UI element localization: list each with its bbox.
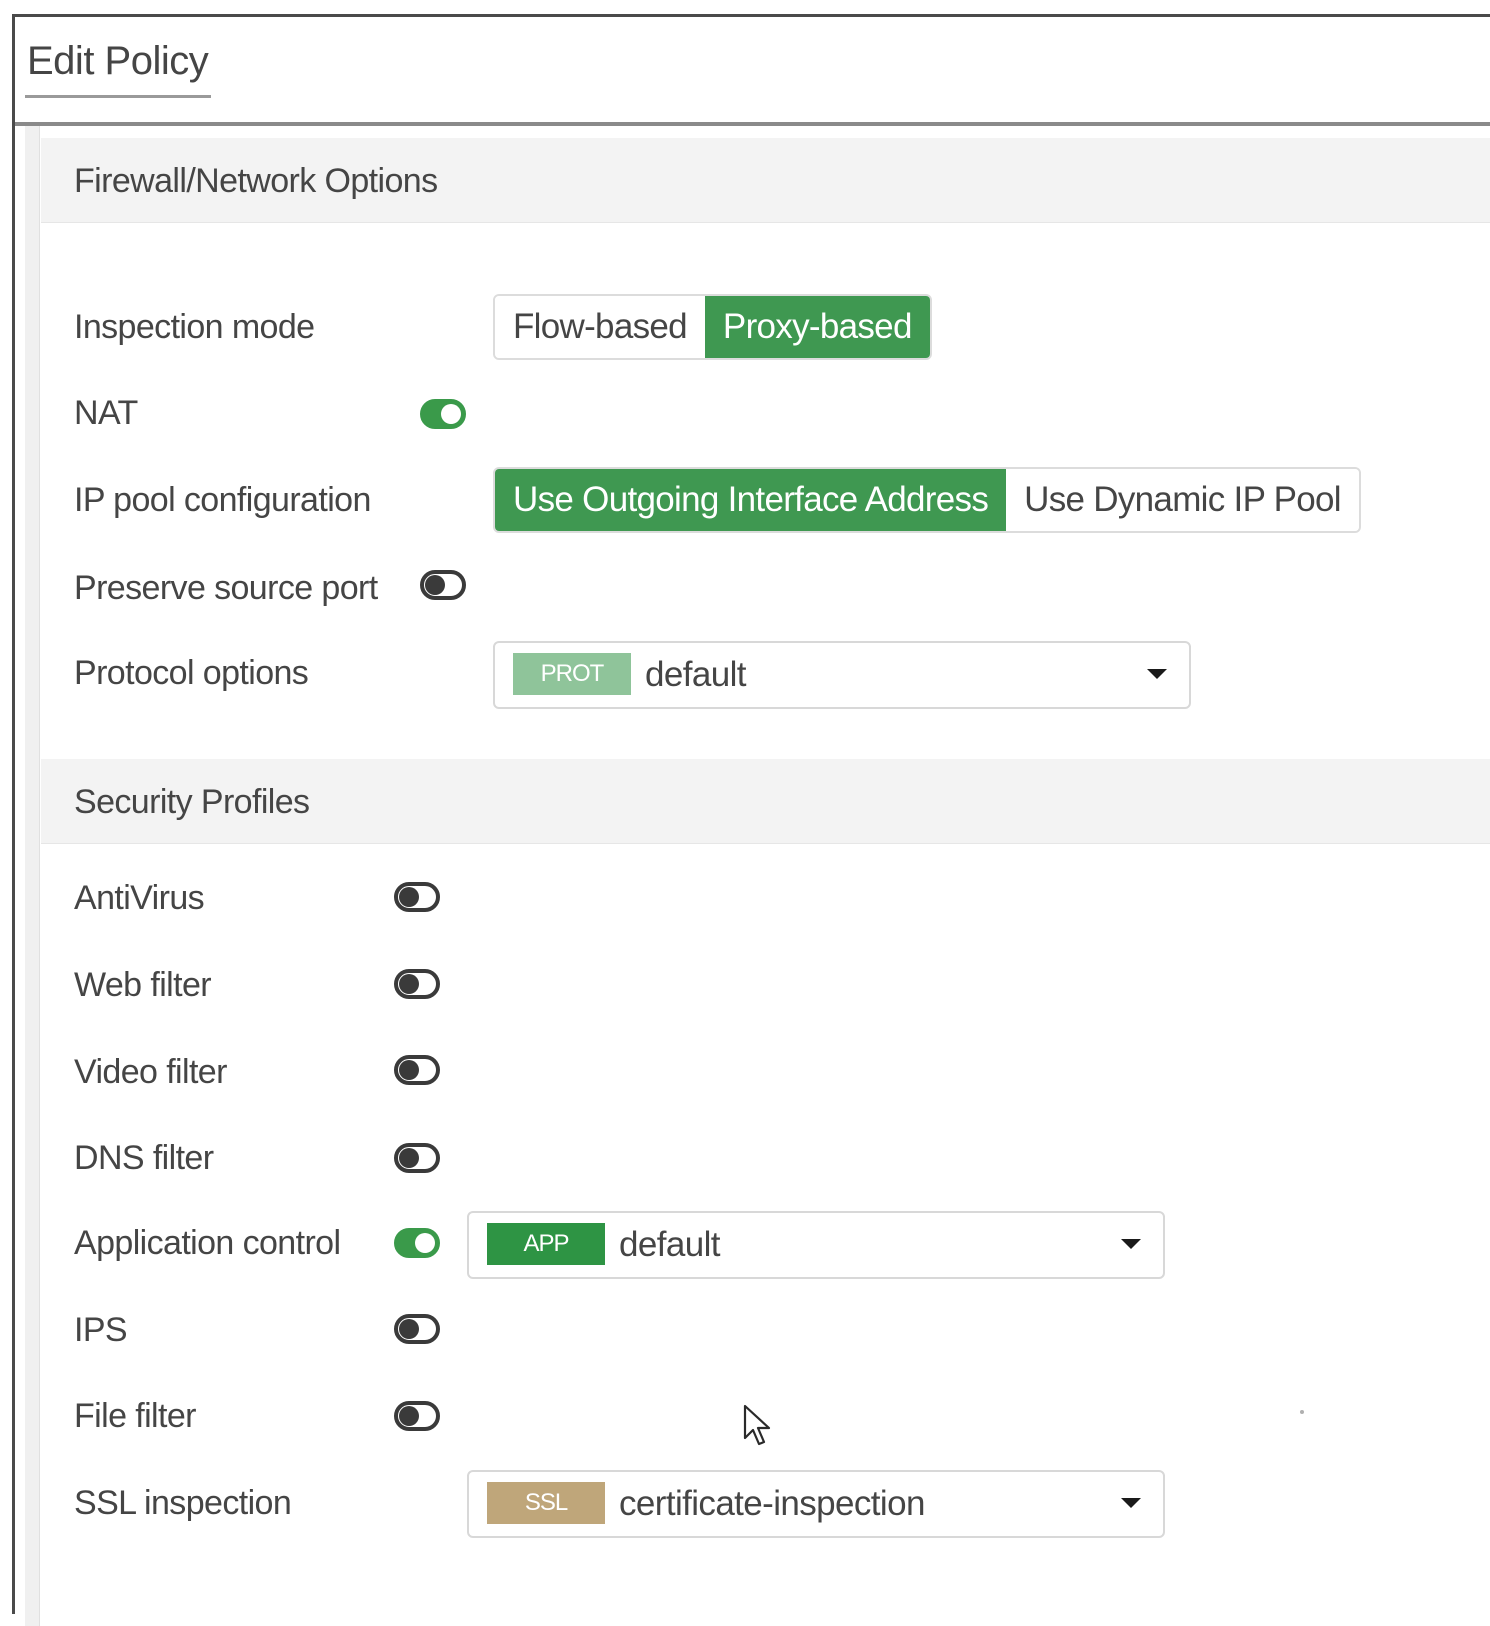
toggle-knob — [399, 974, 419, 994]
application-control-value: default — [619, 1225, 720, 1264]
dialog-title: Edit Policy — [27, 39, 209, 83]
ssl-inspection-label: SSL inspection — [74, 1484, 292, 1522]
nat-label: NAT — [74, 394, 138, 432]
preserve-source-port-toggle[interactable] — [420, 570, 466, 600]
toggle-knob — [425, 575, 445, 595]
antivirus-label: AntiVirus — [74, 879, 205, 917]
flow-based-option[interactable]: Flow-based — [495, 296, 705, 358]
toggle-knob — [399, 1148, 419, 1168]
security-profiles-title: Security Profiles — [74, 783, 310, 821]
caret-down-icon — [1121, 1498, 1141, 1508]
dns-filter-label: DNS filter — [74, 1139, 214, 1177]
application-control-label: Application control — [74, 1224, 341, 1262]
file-filter-label: File filter — [74, 1397, 196, 1435]
caret-down-icon — [1147, 669, 1167, 679]
toggle-knob — [415, 1233, 435, 1253]
protocol-options-value: default — [645, 655, 746, 694]
app-tag: APP — [487, 1223, 605, 1265]
policy-form: Firewall/Network Options Inspection mode… — [15, 126, 1490, 1626]
preserve-source-port-label: Preserve source port — [74, 569, 378, 607]
ssl-inspection-select[interactable]: SSL certificate-inspection — [467, 1470, 1165, 1538]
toggle-knob — [399, 887, 419, 907]
application-control-select[interactable]: APP default — [467, 1211, 1165, 1279]
inspection-mode-label: Inspection mode — [74, 308, 315, 346]
left-rail — [25, 126, 40, 1626]
firewall-section-title: Firewall/Network Options — [74, 162, 438, 200]
toggle-knob — [399, 1406, 419, 1426]
toggle-knob — [399, 1319, 419, 1339]
video-filter-label: Video filter — [74, 1053, 227, 1091]
title-tab-underline — [25, 95, 211, 98]
mouse-pointer-icon — [743, 1404, 771, 1446]
file-filter-toggle[interactable] — [394, 1401, 440, 1431]
nat-toggle[interactable] — [420, 399, 466, 429]
application-control-toggle[interactable] — [394, 1228, 440, 1258]
title-bar: Edit Policy — [15, 17, 1490, 126]
use-outgoing-interface-option[interactable]: Use Outgoing Interface Address — [495, 469, 1007, 531]
protocol-options-select[interactable]: PROT default — [493, 641, 1191, 709]
ip-pool-selector: Use Outgoing Interface Address Use Dynam… — [493, 467, 1361, 533]
use-dynamic-ip-pool-option[interactable]: Use Dynamic IP Pool — [1006, 469, 1359, 531]
ips-toggle[interactable] — [394, 1314, 440, 1344]
caret-down-icon — [1121, 1239, 1141, 1249]
edit-policy-window: Edit Policy Firewall/Network Options Ins… — [12, 14, 1490, 1626]
web-filter-label: Web filter — [74, 966, 212, 1004]
ip-pool-label: IP pool configuration — [74, 481, 371, 519]
toggle-knob — [441, 404, 461, 424]
antivirus-toggle[interactable] — [394, 882, 440, 912]
dns-filter-toggle[interactable] — [394, 1143, 440, 1173]
security-profiles-section-header[interactable]: Security Profiles — [41, 759, 1490, 844]
stray-dot — [1300, 1410, 1304, 1414]
web-filter-toggle[interactable] — [394, 969, 440, 999]
ssl-inspection-value: certificate-inspection — [619, 1484, 925, 1523]
protocol-options-label: Protocol options — [74, 654, 309, 692]
ssl-tag: SSL — [487, 1482, 605, 1524]
toggle-knob — [399, 1060, 419, 1080]
firewall-section-header[interactable]: Firewall/Network Options — [41, 138, 1490, 223]
ips-label: IPS — [74, 1311, 128, 1349]
prot-tag: PROT — [513, 653, 631, 695]
video-filter-toggle[interactable] — [394, 1055, 440, 1085]
proxy-based-option[interactable]: Proxy-based — [704, 296, 930, 358]
inspection-mode-selector: Flow-based Proxy-based — [493, 294, 932, 360]
